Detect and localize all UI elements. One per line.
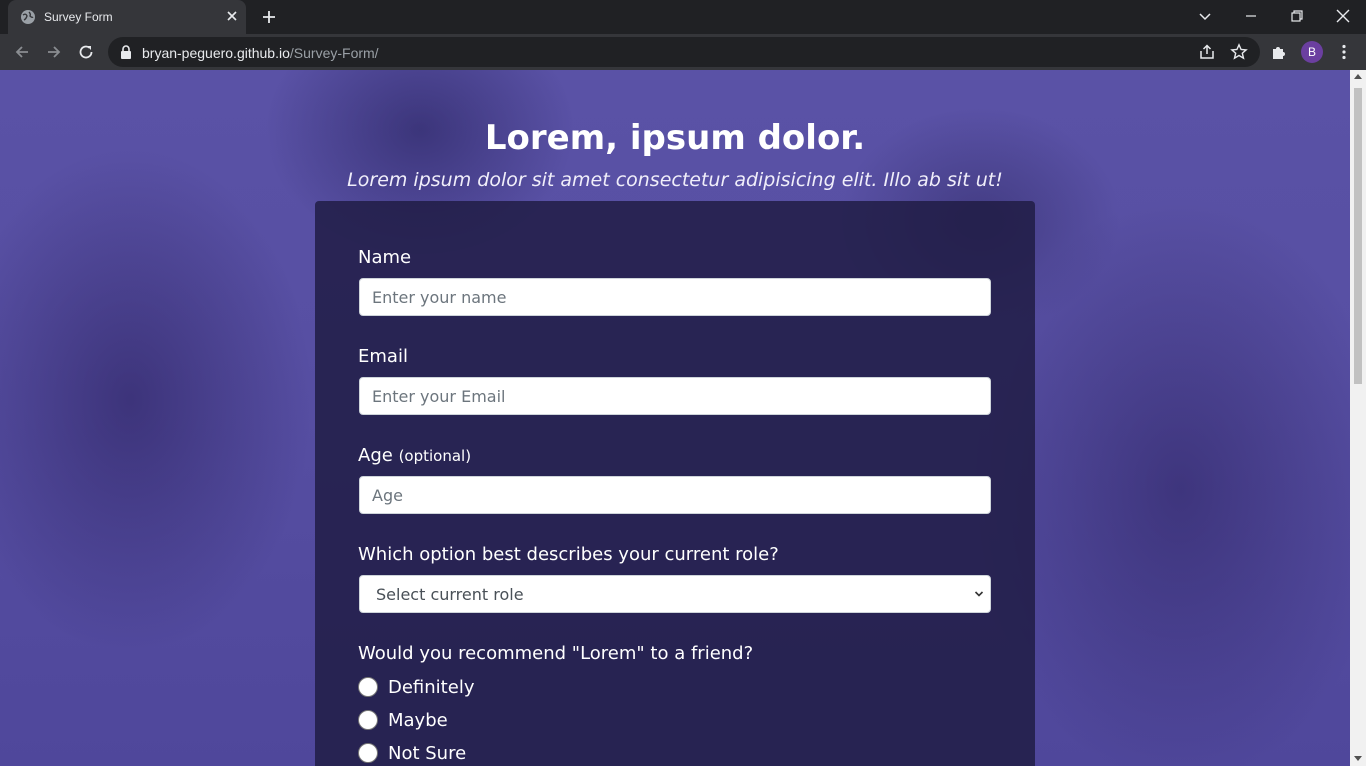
reload-icon <box>79 45 93 59</box>
address-bar[interactable]: bryan-peguero.github.io/Survey-Form/ <box>108 37 1260 67</box>
chevron-down-icon <box>1199 13 1211 21</box>
browser-tab[interactable]: Survey Form <box>8 0 246 34</box>
role-label: Which option best describes your current… <box>358 544 779 565</box>
arrow-left-icon <box>15 46 28 58</box>
more-menu-icon[interactable] <box>1335 43 1353 61</box>
age-input[interactable] <box>359 476 991 514</box>
radio-button[interactable] <box>358 677 378 697</box>
name-label: Name <box>358 247 412 268</box>
scroll-up-arrow-icon[interactable] <box>1354 74 1362 79</box>
url-text: bryan-peguero.github.io/Survey-Form/ <box>142 45 379 61</box>
name-input[interactable] <box>359 278 991 316</box>
page-scrollbar[interactable] <box>1350 70 1366 766</box>
radio-label: Maybe <box>388 709 448 731</box>
reload-button[interactable] <box>75 41 97 63</box>
tab-title: Survey Form <box>44 10 113 24</box>
star-icon[interactable] <box>1230 43 1248 61</box>
page-description: Lorem ipsum dolor sit amet consectetur a… <box>347 169 1003 191</box>
email-input[interactable] <box>359 377 991 415</box>
forward-button[interactable] <box>43 41 65 63</box>
role-select-value: Select current role <box>376 585 524 604</box>
browser-toolbar: bryan-peguero.github.io/Survey-Form/ B <box>0 34 1366 70</box>
url-path: /Survey-Form/ <box>289 45 379 61</box>
profile-avatar[interactable]: B <box>1301 41 1323 63</box>
restore-button[interactable] <box>1274 0 1320 32</box>
page-viewport: Lorem, ipsum dolor. Lorem ipsum dolor si… <box>0 70 1350 766</box>
close-window-button[interactable] <box>1320 0 1366 32</box>
radio-label: Not Sure <box>388 742 467 764</box>
scrollbar-thumb[interactable] <box>1354 88 1362 384</box>
recommend-option-not-sure[interactable]: Not Sure <box>358 741 466 765</box>
arrow-right-icon <box>48 46 61 58</box>
tab-search-button[interactable] <box>1182 0 1228 32</box>
radio-button[interactable] <box>358 710 378 730</box>
globe-icon <box>21 10 35 24</box>
tab-strip: Survey Form <box>0 0 1366 34</box>
survey-form: Name Email Age (optional) Which option b… <box>315 201 1035 766</box>
share-icon[interactable] <box>1198 43 1216 61</box>
url-host: bryan-peguero.github.io <box>142 45 290 61</box>
new-tab-icon[interactable] <box>260 8 278 26</box>
close-icon <box>1336 9 1350 23</box>
scroll-down-arrow-icon[interactable] <box>1354 756 1362 761</box>
minimize-button[interactable] <box>1228 0 1274 32</box>
recommend-label: Would you recommend "Lorem" to a friend? <box>358 643 754 664</box>
extensions-icon[interactable] <box>1270 43 1288 61</box>
role-select[interactable]: Select current role <box>359 575 991 613</box>
back-button[interactable] <box>11 41 33 63</box>
minimize-icon <box>1246 15 1256 17</box>
chevron-down-icon <box>974 591 984 597</box>
age-optional-note: (optional) <box>398 447 472 465</box>
email-label: Email <box>358 346 408 367</box>
age-label: Age (optional) <box>358 445 471 466</box>
radio-button[interactable] <box>358 743 378 763</box>
restore-icon <box>1291 10 1303 22</box>
recommend-option-maybe[interactable]: Maybe <box>358 708 448 732</box>
recommend-option-definitely[interactable]: Definitely <box>358 675 474 699</box>
age-label-text: Age <box>358 445 393 466</box>
close-tab-icon[interactable] <box>224 8 240 24</box>
page-title: Lorem, ipsum dolor. <box>484 118 866 158</box>
lock-icon[interactable] <box>120 45 132 59</box>
radio-label: Definitely <box>388 676 475 698</box>
